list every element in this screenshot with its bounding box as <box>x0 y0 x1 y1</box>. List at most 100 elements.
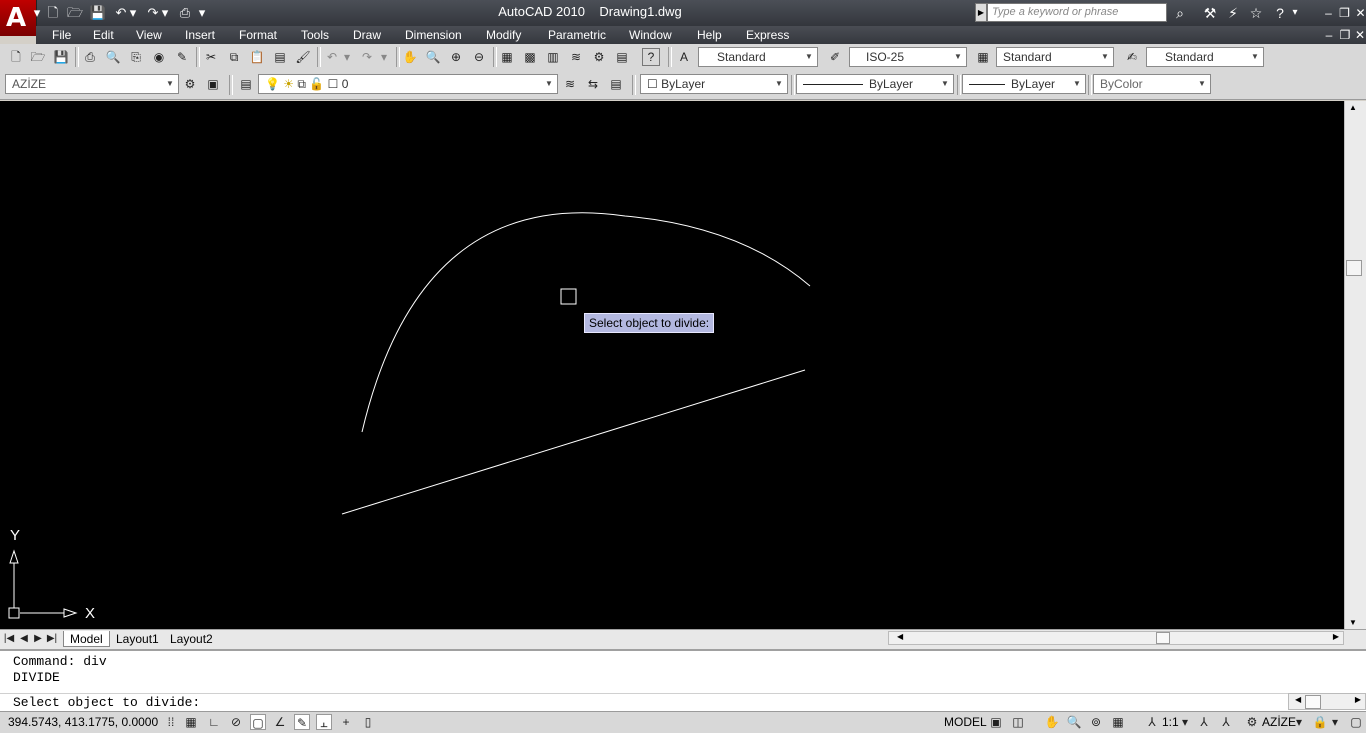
model-space-toggle[interactable]: MODEL <box>944 715 987 729</box>
properties-icon[interactable]: ▦ <box>498 48 516 66</box>
menu-format[interactable]: Format <box>239 28 277 42</box>
paste-special-icon[interactable]: ▤ <box>271 48 289 66</box>
workspace-name[interactable]: AZİZE <box>1262 715 1296 729</box>
search-input[interactable]: Type a keyword or phrase <box>987 3 1167 22</box>
scroll-left-icon[interactable]: ◀ <box>1295 695 1301 704</box>
menu-help[interactable]: Help <box>697 28 722 42</box>
sheet-set-manager-icon[interactable]: ≋ <box>567 48 585 66</box>
vertical-scroll-thumb[interactable] <box>1346 260 1362 276</box>
menu-insert[interactable]: Insert <box>185 28 215 42</box>
redo-dropdown-icon[interactable]: ▾ <box>160 4 170 21</box>
save-icon[interactable]: 💾 <box>89 4 107 21</box>
3d-object-snap-icon[interactable]: ∠ <box>272 714 288 730</box>
doc-restore-icon[interactable]: ❐ <box>1338 29 1352 42</box>
scroll-down-icon[interactable]: ▼ <box>1349 618 1357 627</box>
undo-dropdown-icon[interactable]: ▾ <box>128 4 138 21</box>
coordinates-readout[interactable]: 394.5743, 413.1775, 0.0000 <box>8 715 158 729</box>
favorites-icon[interactable]: ☆ <box>1246 4 1266 22</box>
drawing-area[interactable]: Y X <box>0 101 1344 629</box>
annotation-visibility-icon[interactable]: ⅄ <box>1196 714 1212 730</box>
tab-layout1[interactable]: Layout1 <box>110 631 165 647</box>
redo-toolbar-icon[interactable]: ↷ <box>358 48 376 66</box>
workspace-switching-icon[interactable]: ⚙ <box>1244 714 1260 730</box>
doc-minimize-icon[interactable]: – <box>1322 29 1336 42</box>
layer-select[interactable]: 💡 ☀ ⧉ 🔓 ☐ 0 ▼ <box>258 74 558 94</box>
command-input[interactable]: Select object to divide: <box>0 693 1288 711</box>
copy-icon[interactable]: ⧉ <box>225 48 243 66</box>
help-dropdown-icon[interactable]: ▾ <box>1290 4 1300 22</box>
menu-file[interactable]: File <box>52 28 71 42</box>
match-properties-icon[interactable]: 🖌 <box>294 48 312 66</box>
minimize-icon[interactable]: – <box>1321 6 1336 20</box>
undo-toolbar-icon[interactable]: ↶ <box>323 48 341 66</box>
undo-list-icon[interactable]: ▾ <box>342 48 352 66</box>
annotation-scale-value[interactable]: 1:1 <box>1162 715 1179 729</box>
quick-view-drawings-icon[interactable]: ◫ <box>1010 714 1026 730</box>
dynamic-ucs-icon[interactable]: ⫠ <box>316 714 332 730</box>
grid-display-icon[interactable]: ▦ <box>183 714 199 730</box>
pan-icon[interactable]: ✋ <box>401 48 419 66</box>
object-snap-icon[interactable]: ▢ <box>250 714 266 730</box>
restore-icon[interactable]: ❐ <box>1337 6 1352 20</box>
line-entity[interactable] <box>341 369 806 515</box>
zoom-status-icon[interactable]: 🔍 <box>1066 714 1082 730</box>
menu-tools[interactable]: Tools <box>301 28 329 42</box>
status-menu-icon[interactable]: ▾ <box>1330 714 1340 730</box>
open-icon[interactable]: 🗁 <box>66 4 84 21</box>
lineweight-icon[interactable]: ▯ <box>360 714 376 730</box>
horizontal-scroll-thumb[interactable] <box>1156 632 1170 644</box>
plot-preview-icon[interactable]: 🔍 <box>104 48 122 66</box>
vertical-scrollbar[interactable]: ▲ ▼ <box>1344 101 1366 629</box>
menu-express[interactable]: Express <box>746 28 789 42</box>
workspace-dropdown-icon[interactable]: ▾ <box>1294 714 1304 730</box>
scroll-right-icon[interactable]: ▶ <box>1333 632 1339 641</box>
zoom-window-icon[interactable]: ⊕ <box>447 48 465 66</box>
subscription-center-icon[interactable]: ⚒ <box>1200 4 1220 22</box>
scroll-up-icon[interactable]: ▲ <box>1349 103 1357 112</box>
scroll-left-icon[interactable]: ◀ <box>897 632 903 641</box>
layer-previous-icon[interactable]: ⇆ <box>584 75 602 93</box>
multileader-style-select[interactable]: Standard ▼ <box>1146 47 1264 67</box>
zoom-realtime-icon[interactable]: 🔍 <box>424 48 442 66</box>
workspace-settings-icon[interactable]: ⚙ <box>181 75 199 93</box>
open-file-icon[interactable]: 🗁 <box>29 48 47 66</box>
print-icon[interactable]: ⎙ <box>81 48 99 66</box>
save-file-icon[interactable]: 💾 <box>52 48 70 66</box>
workspace-select[interactable]: AZİZE ▼ <box>5 74 179 94</box>
paste-icon[interactable]: 📋 <box>248 48 266 66</box>
annotation-scale-icon[interactable]: ⅄ <box>1144 714 1160 730</box>
dynamic-input-icon[interactable]: + <box>338 714 354 730</box>
annotation-scale-dropdown-icon[interactable]: ▾ <box>1180 714 1190 730</box>
redo-list-icon[interactable]: ▾ <box>379 48 389 66</box>
publish-icon[interactable]: ⎘ <box>127 48 145 66</box>
help-toolbar-icon[interactable]: ? <box>642 48 660 66</box>
color-select[interactable]: ☐ ByLayer ▼ <box>640 74 788 94</box>
layer-properties-icon[interactable]: ▤ <box>237 75 255 93</box>
tab-layout2[interactable]: Layout2 <box>164 631 219 647</box>
menu-view[interactable]: View <box>136 28 162 42</box>
linetype-select[interactable]: ByLayer ▼ <box>796 74 954 94</box>
auto-scale-icon[interactable]: ⅄ <box>1218 714 1234 730</box>
help-icon[interactable]: ? <box>1270 4 1290 22</box>
etransmit-icon[interactable]: ✎ <box>173 48 191 66</box>
menu-window[interactable]: Window <box>629 28 672 42</box>
command-scroll-thumb[interactable] <box>1305 695 1321 709</box>
text-style-select[interactable]: Standard ▼ <box>698 47 818 67</box>
layer-state-icon[interactable]: ▤ <box>607 75 625 93</box>
ortho-mode-icon[interactable]: ∟ <box>206 714 222 730</box>
toolbar-lock-icon[interactable]: 🔒 <box>1312 714 1328 730</box>
menu-draw[interactable]: Draw <box>353 28 381 42</box>
search-expand-icon[interactable]: ▶ <box>975 3 987 22</box>
quick-view-layouts-icon[interactable]: ▣ <box>988 714 1004 730</box>
quick-access-dropdown-icon[interactable]: ▾ <box>196 4 208 21</box>
showmotion-icon[interactable]: ▦ <box>1110 714 1126 730</box>
menu-edit[interactable]: Edit <box>93 28 114 42</box>
scroll-right-icon[interactable]: ▶ <box>1355 695 1361 704</box>
text-style-icon[interactable]: A <box>675 48 693 66</box>
search-icon[interactable]: ⌕ <box>1170 4 1190 22</box>
menu-parametric[interactable]: Parametric <box>548 28 606 42</box>
design-center-icon[interactable]: ▩ <box>521 48 539 66</box>
dim-style-icon[interactable]: ✐ <box>826 48 844 66</box>
3d-dwf-icon[interactable]: ◉ <box>150 48 168 66</box>
snap-mode-icon[interactable]: ⁞⁞ <box>163 714 179 730</box>
